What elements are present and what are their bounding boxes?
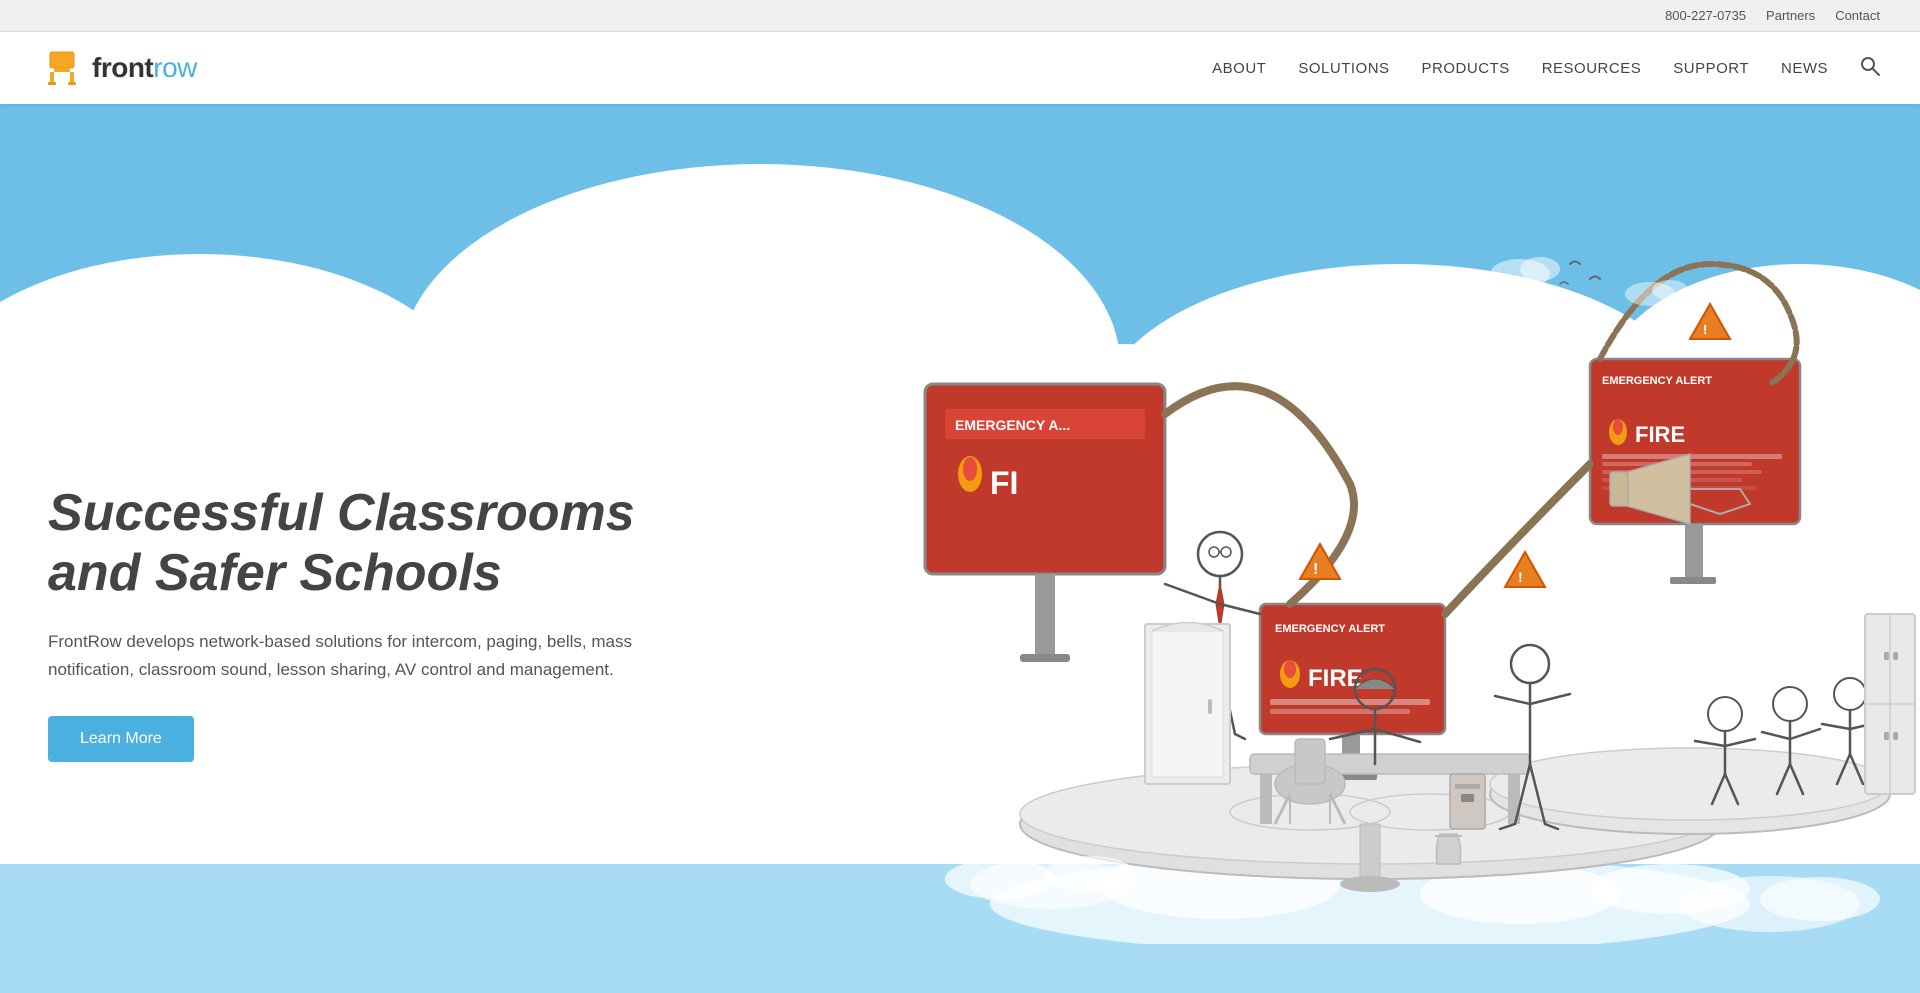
svg-text:EMERGENCY ALERT: EMERGENCY ALERT xyxy=(1275,623,1385,635)
svg-text:FIRE: FIRE xyxy=(1635,422,1685,447)
logo-text: frontrow xyxy=(92,52,197,84)
svg-text:FI: FI xyxy=(990,465,1018,501)
svg-text:!: ! xyxy=(1518,569,1523,585)
phone-number: 800-227-0735 xyxy=(1665,8,1746,23)
utility-bar: 800-227-0735 Partners Contact xyxy=(0,0,1920,32)
main-navigation: frontrow ABOUT SOLUTIONS PRODUCTS RESOUR… xyxy=(0,32,1920,104)
contact-link[interactable]: Contact xyxy=(1835,8,1880,23)
svg-text:!: ! xyxy=(1703,322,1707,337)
nav-about[interactable]: ABOUT xyxy=(1212,60,1266,77)
logo-icon xyxy=(40,46,84,90)
search-icon[interactable] xyxy=(1860,56,1880,81)
hero-illustration: EMERGENCY A... FI EMERGENCY ALERT FIRE E… xyxy=(870,184,1920,944)
nav-news[interactable]: NEWS xyxy=(1781,60,1828,77)
nav-products[interactable]: PRODUCTS xyxy=(1422,60,1510,77)
logo[interactable]: frontrow xyxy=(40,46,197,90)
nav-links: ABOUT SOLUTIONS PRODUCTS RESOURCES SUPPO… xyxy=(1212,56,1880,81)
hero-description: FrontRow develops network-based solution… xyxy=(48,628,668,684)
hero-section: Successful Classrooms and Safer Schools … xyxy=(0,104,1920,993)
hero-content: Successful Classrooms and Safer Schools … xyxy=(48,484,728,762)
svg-text:EMERGENCY ALERT: EMERGENCY ALERT xyxy=(1602,375,1712,387)
learn-more-button[interactable]: Learn More xyxy=(48,716,194,762)
nav-support[interactable]: SUPPORT xyxy=(1673,60,1749,77)
hero-title: Successful Classrooms and Safer Schools xyxy=(48,484,728,604)
svg-text:EMERGENCY A...: EMERGENCY A... xyxy=(955,417,1070,433)
nav-resources[interactable]: RESOURCES xyxy=(1542,60,1642,77)
svg-text:!: ! xyxy=(1313,561,1318,578)
partners-link[interactable]: Partners xyxy=(1766,8,1815,23)
nav-solutions[interactable]: SOLUTIONS xyxy=(1298,60,1389,77)
